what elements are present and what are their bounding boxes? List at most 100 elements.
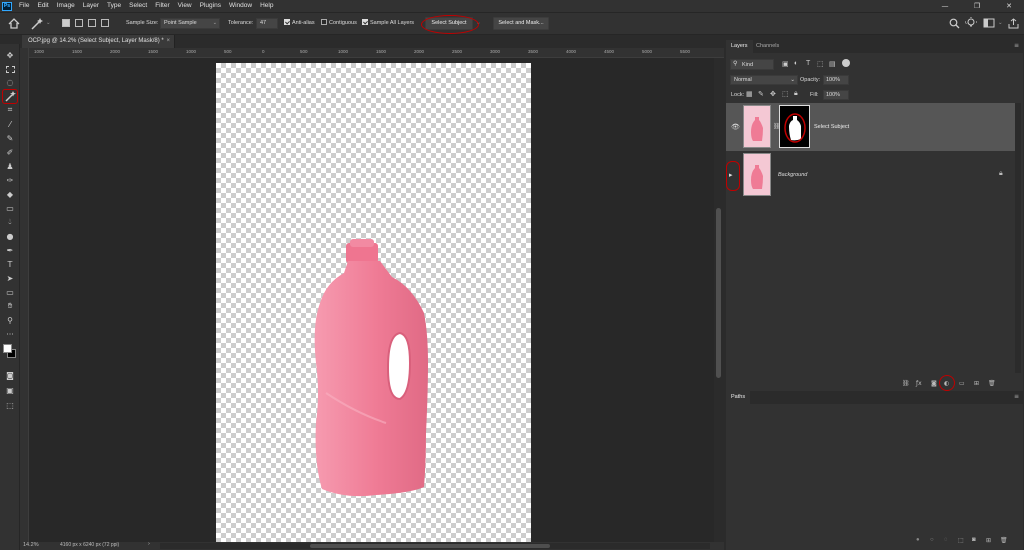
minimize-button[interactable]: — xyxy=(930,0,960,12)
home-icon[interactable] xyxy=(8,18,20,29)
menu-help[interactable]: Help xyxy=(256,0,277,12)
panel-menu-icon[interactable]: ≡ xyxy=(1014,393,1019,400)
rectangle-tool-icon[interactable]: ▭ xyxy=(3,286,17,298)
lock-image-icon[interactable]: ✎ xyxy=(758,90,764,98)
lock-artboard-icon[interactable]: ⬚ xyxy=(782,90,789,98)
layer-style-icon[interactable]: ƒx xyxy=(916,380,922,387)
pen-tool-icon[interactable]: ✒ xyxy=(3,244,17,256)
workspace-icon[interactable] xyxy=(983,18,995,28)
document-canvas[interactable] xyxy=(216,63,531,542)
workspace-chevron-icon[interactable]: ⌄ xyxy=(998,18,1003,29)
color-swatches[interactable] xyxy=(3,344,17,360)
search-icon[interactable] xyxy=(949,18,960,29)
lasso-tool-icon[interactable]: ◌ xyxy=(3,76,17,88)
clone-stamp-tool-icon[interactable]: ♟ xyxy=(3,160,17,172)
filter-pixel-icon[interactable]: ▣ xyxy=(782,60,789,68)
menu-image[interactable]: Image xyxy=(53,0,79,12)
layer-name[interactable]: Background xyxy=(778,172,807,178)
hand-tool-icon[interactable]: ✋︎ xyxy=(3,300,17,312)
marquee-tool-icon[interactable] xyxy=(3,63,17,75)
menu-select[interactable]: Select xyxy=(125,0,151,12)
close-tab-icon[interactable]: × xyxy=(166,35,170,48)
filter-shape-icon[interactable]: ⬚ xyxy=(817,60,824,68)
group-folder-icon[interactable]: ▭ xyxy=(959,380,965,387)
edit-toolbar-icon[interactable]: ⬚ xyxy=(3,399,17,411)
magic-wand-icon[interactable] xyxy=(30,17,44,30)
menu-plugins[interactable]: Plugins xyxy=(196,0,225,12)
menu-layer[interactable]: Layer xyxy=(79,0,103,12)
menu-edit[interactable]: Edit xyxy=(33,0,52,12)
move-tool-icon[interactable]: ✥ xyxy=(3,49,17,61)
add-to-selection-icon[interactable] xyxy=(75,19,83,27)
lock-transparent-icon[interactable]: ▦ xyxy=(746,90,753,98)
tab-paths[interactable]: Paths xyxy=(726,391,751,404)
menu-type[interactable]: Type xyxy=(103,0,125,12)
tool-preset-chevron-icon[interactable]: ⌄ xyxy=(46,18,51,29)
menu-view[interactable]: View xyxy=(174,0,196,12)
filter-toggle-icon[interactable] xyxy=(842,59,850,67)
layer-name[interactable]: Select Subject xyxy=(814,124,849,130)
panel-menu-icon[interactable]: ≡ xyxy=(1014,42,1019,49)
screen-mode-icon[interactable]: ▣ xyxy=(3,384,17,396)
layer-row-background[interactable]: ▸ Background 🔒︎ xyxy=(726,151,1015,199)
filter-type-icon[interactable]: T xyxy=(806,60,810,67)
path-selection-tool-icon[interactable]: ➤ xyxy=(3,272,17,284)
history-brush-tool-icon[interactable]: ✑ xyxy=(3,174,17,186)
opacity-input[interactable]: 100% xyxy=(823,75,849,85)
contiguous-checkbox[interactable]: Contiguous xyxy=(321,18,357,29)
brush-tool-icon[interactable]: ✐ xyxy=(3,146,17,158)
gradient-tool-icon[interactable]: ▭ xyxy=(3,202,17,214)
fill-path-icon[interactable]: ● xyxy=(916,537,920,543)
type-tool-icon[interactable]: T xyxy=(3,258,17,270)
layer-filter-select[interactable]: ⚲ Kind xyxy=(730,59,774,70)
new-selection-icon[interactable] xyxy=(62,19,70,27)
status-chevron-icon[interactable]: › xyxy=(148,541,150,547)
layer-row-select-subject[interactable]: 👁︎ ⛓︎ Select Subject xyxy=(726,103,1015,151)
new-path-icon[interactable]: ⊞ xyxy=(986,537,991,544)
delete-path-icon[interactable]: 🗑︎ xyxy=(1000,537,1008,544)
select-and-mask-button[interactable]: Select and Mask... xyxy=(493,17,549,30)
fill-input[interactable]: 100% xyxy=(823,90,849,100)
restore-button[interactable]: ❐ xyxy=(962,0,992,12)
blend-mode-select[interactable]: Normal ⌄ xyxy=(730,75,798,85)
eyedropper-tool-icon[interactable]: ⁄ xyxy=(3,118,17,130)
crop-tool-icon[interactable]: ⌗ xyxy=(3,104,17,116)
horizontal-scrollbar[interactable] xyxy=(160,543,710,549)
eraser-tool-icon[interactable]: ◆ xyxy=(3,188,17,200)
eye-visibility-icon[interactable]: 👁︎ xyxy=(731,123,740,131)
zoom-level[interactable]: 14.2% xyxy=(23,542,39,548)
lock-position-icon[interactable]: ✥ xyxy=(770,90,776,98)
load-selection-icon[interactable]: ◌ xyxy=(944,537,948,543)
close-window-button[interactable]: ✕ xyxy=(994,0,1024,12)
zoom-tool-icon[interactable]: ⚲ xyxy=(3,314,17,326)
delete-layer-icon[interactable]: 🗑︎ xyxy=(988,380,996,387)
filter-adjustment-icon[interactable]: ◐ xyxy=(794,60,798,67)
subtract-selection-icon[interactable] xyxy=(88,19,96,27)
healing-brush-tool-icon[interactable]: ✎ xyxy=(3,132,17,144)
anti-alias-checkbox[interactable]: Anti-alias xyxy=(284,18,315,29)
sample-all-layers-checkbox[interactable]: Sample All Layers xyxy=(362,18,414,29)
intersect-selection-icon[interactable] xyxy=(101,19,109,27)
dodge-tool-icon[interactable]: ● xyxy=(3,230,17,242)
lock-all-icon[interactable]: 🔒︎ xyxy=(794,90,798,98)
new-layer-icon[interactable]: ⊞ xyxy=(974,380,979,387)
quick-mask-icon[interactable]: ◙ xyxy=(3,369,17,381)
tab-layers[interactable]: Layers xyxy=(726,40,753,53)
tolerance-input[interactable]: 47 xyxy=(256,18,278,29)
menu-window[interactable]: Window xyxy=(225,0,256,12)
sample-size-select[interactable]: Point Sample ⌄ xyxy=(160,18,220,29)
layer-mask-thumbnail[interactable] xyxy=(779,105,810,148)
make-path-icon[interactable]: ⬚ xyxy=(958,537,964,544)
document-tab[interactable]: OCP.jpg @ 14.2% (Select Subject, Layer M… xyxy=(22,35,175,48)
tab-channels[interactable]: Channels xyxy=(751,40,784,53)
filter-smart-object-icon[interactable]: ▤ xyxy=(829,60,836,68)
add-mask-icon[interactable]: ◙ xyxy=(972,537,976,543)
lightbulb-icon[interactable] xyxy=(965,17,977,29)
menu-filter[interactable]: Filter xyxy=(151,0,173,12)
canvas-workspace[interactable] xyxy=(29,58,714,542)
layers-scrollbar[interactable] xyxy=(1015,103,1021,373)
link-layers-icon[interactable]: ⛓︎ xyxy=(902,380,910,387)
menu-file[interactable]: File xyxy=(15,0,33,12)
stroke-path-icon[interactable]: ○ xyxy=(930,537,934,543)
adjustment-layer-icon[interactable]: ◐ xyxy=(944,380,949,387)
